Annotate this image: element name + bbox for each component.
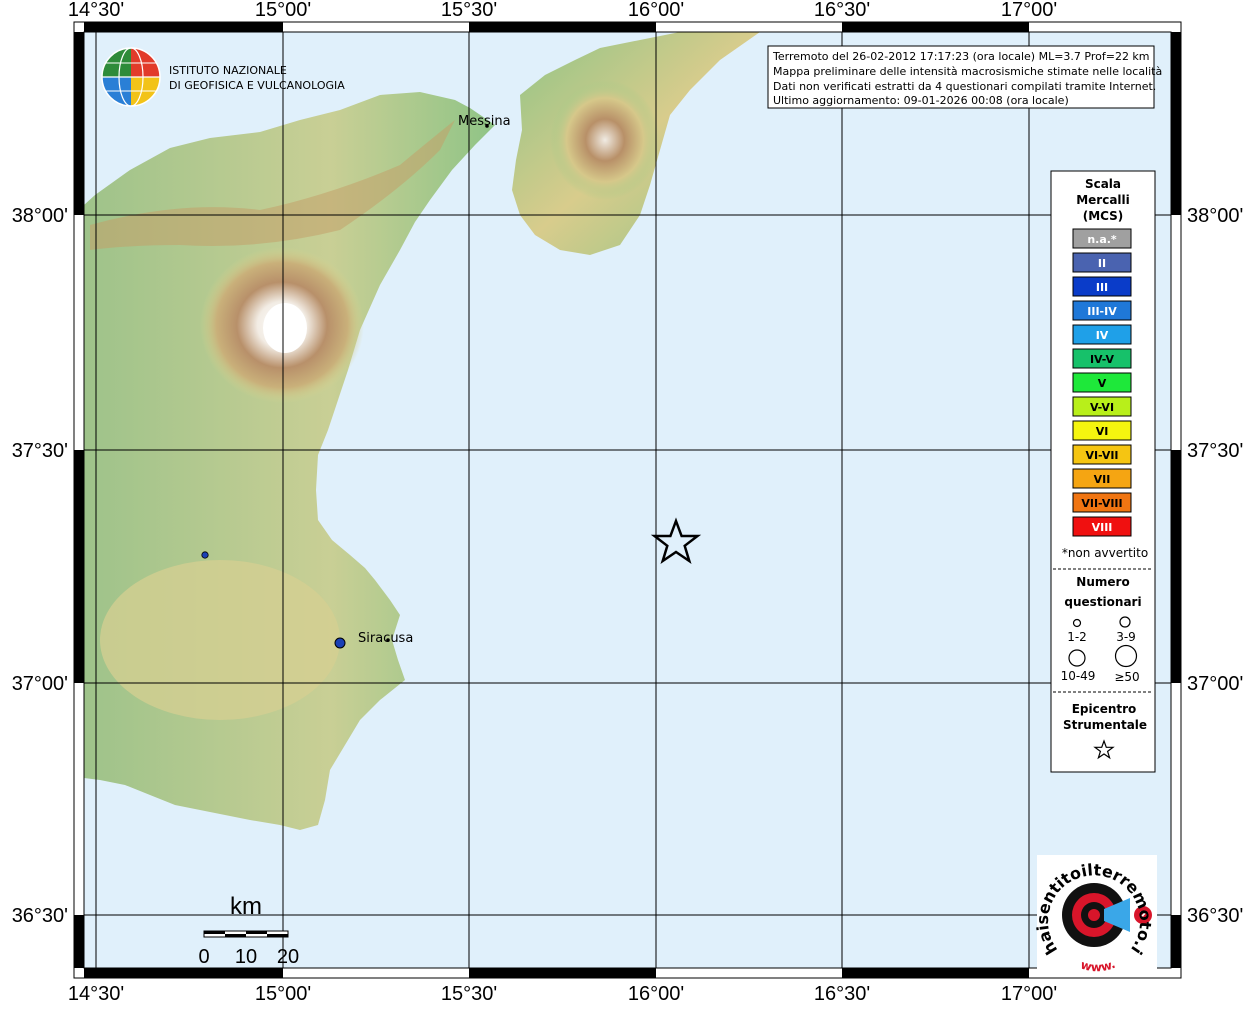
count-size-label: 1-2: [1067, 630, 1087, 644]
lat-tick-labels-right: 38°00' 37°30' 37°00' 36°30': [1187, 205, 1243, 927]
legend-note: *non avvertito: [1062, 546, 1148, 560]
lon-tick-labels-top: 14°30' 15°00' 15°30' 16°00' 16°30' 17°00…: [68, 0, 1057, 21]
legend-swatch-label: III: [1096, 281, 1108, 294]
scale-unit: km: [230, 893, 262, 920]
ingv-globe-icon: [101, 47, 161, 107]
city-siracusa: Siracusa: [358, 631, 413, 646]
lat-tick-label: 36°30': [12, 905, 68, 927]
legend-swatch-label: VII-VIII: [1081, 497, 1122, 510]
frame-tick-top: [842, 22, 1029, 32]
observation-point-inland[interactable]: [201, 551, 209, 559]
count-size-label: ≥50: [1114, 670, 1139, 684]
lat-tick-label: 38°00': [1187, 205, 1243, 227]
legend-panel: Scala Mercalli (MCS) n.a.*IIIIIIII-IVIVI…: [1050, 170, 1156, 773]
lon-tick-label: 15°00': [255, 983, 311, 1005]
lon-tick-label: 15°30': [441, 0, 497, 21]
lon-tick-label: 16°30': [814, 0, 870, 21]
lon-tick-label: 15°00': [255, 0, 311, 21]
legend-epi-title-line2: Strumentale: [1063, 718, 1147, 732]
lat-tick-label: 37°00': [12, 673, 68, 695]
lat-tick-label: 37°00': [1187, 673, 1243, 695]
legend-swatch-label: VIII: [1092, 521, 1113, 534]
legend-swatch-label: n.a.*: [1087, 233, 1117, 246]
lat-tick-label: 36°30': [1187, 905, 1243, 927]
lon-tick-label: 14°30': [68, 983, 124, 1005]
lat-tick-label: 37°30': [12, 440, 68, 462]
scale-label: 20: [277, 946, 299, 968]
frame-tick-bottom: [96, 968, 283, 978]
legend-swatch-label: VI-VII: [1085, 449, 1118, 462]
legend-epi-title-line1: Epicentro: [1072, 702, 1137, 716]
frame-tick-left: [74, 915, 84, 968]
info-line-1: Terremoto del 26-02-2012 17:17:23 (ora l…: [772, 50, 1150, 63]
legend-swatch-label: VI: [1096, 425, 1109, 438]
lon-tick-label: 14°30': [68, 0, 124, 21]
info-line-4: Ultimo aggiornamento: 09-01-2026 00:08 (…: [773, 94, 1069, 107]
legend-title-line3: (MCS): [1083, 209, 1124, 223]
map-canvas: 14°30' 15°00' 15°30' 16°00' 16°30' 17°00…: [0, 0, 1243, 1005]
frame-tick-bottom: [842, 968, 1029, 978]
observation-point-siracusa[interactable]: [334, 637, 346, 649]
legend-title-line1: Scala: [1085, 177, 1121, 191]
info-line-3: Dati non verificati estratti da 4 questi…: [773, 80, 1156, 93]
etna-summit: [263, 303, 307, 353]
legend-swatch-label: IV: [1096, 329, 1109, 342]
legend-swatch-label: VII: [1094, 473, 1111, 486]
lat-tick-label: 38°00': [12, 205, 68, 227]
event-info-box: Terremoto del 26-02-2012 17:17:23 (ora l…: [767, 45, 1162, 109]
aspromonte: [550, 80, 660, 200]
lon-tick-labels-bottom: 14°30' 15°00' 15°30' 16°00' 16°30' 17°00…: [68, 983, 1057, 1005]
iblei-hills: [100, 560, 340, 720]
lat-tick-labels-left: 38°00' 37°30' 37°00' 36°30': [12, 205, 68, 927]
frame-tick-right: [1171, 32, 1181, 215]
lat-tick-label: 37°30': [1187, 440, 1243, 462]
count-size-label: 3-9: [1116, 630, 1136, 644]
lon-tick-label: 17°00': [1001, 983, 1057, 1005]
frame-tick-right: [1171, 450, 1181, 683]
legend-count-title-line2: questionari: [1064, 595, 1141, 609]
frame-tick-top: [469, 22, 656, 32]
count-size-label: 10-49: [1061, 669, 1096, 683]
frame-tick-bottom: [469, 968, 656, 978]
lon-tick-label: 16°00': [628, 983, 684, 1005]
legend-swatch-label: V-VI: [1090, 401, 1114, 414]
ingv-name-line1: ISTITUTO NAZIONALE: [169, 64, 287, 77]
scale-label: 10: [235, 946, 257, 968]
city-messina: Messina: [458, 114, 511, 129]
frame-tick-right: [1171, 915, 1181, 968]
lon-tick-label: 17°00': [1001, 0, 1057, 21]
legend-swatch-label: III-IV: [1087, 305, 1117, 318]
frame-tick-bottom: [84, 968, 96, 978]
frame-tick-top: [96, 22, 283, 32]
info-line-2: Mappa preliminare delle intensità macros…: [773, 65, 1162, 78]
scale-label: 0: [198, 946, 209, 968]
legend-swatch-label: IV-V: [1090, 353, 1115, 366]
legend-count-title-line1: Numero: [1076, 575, 1129, 589]
ingv-name-line2: DI GEOFISICA E VULCANOLOGIA: [169, 79, 345, 92]
legend-swatch-label: V: [1098, 377, 1107, 390]
frame-tick-left: [74, 32, 84, 215]
frame-tick-left: [74, 450, 84, 683]
frame-tick-top: [84, 22, 96, 32]
lon-tick-label: 16°30': [814, 983, 870, 1005]
legend-title-line2: Mercalli: [1076, 193, 1130, 207]
lon-tick-label: 16°00': [628, 0, 684, 21]
legend-swatch-label: II: [1098, 257, 1106, 270]
city-label: Siracusa: [358, 631, 413, 646]
city-label: Messina: [458, 114, 511, 129]
lon-tick-label: 15°30': [441, 983, 497, 1005]
